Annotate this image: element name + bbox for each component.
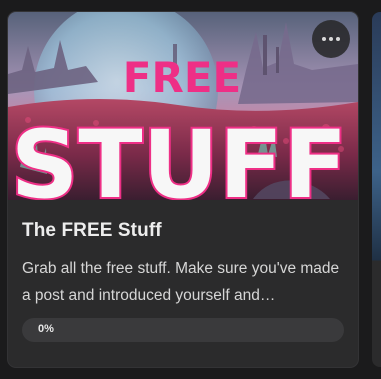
- more-horizontal-icon: [322, 37, 326, 41]
- course-cover-image[interactable]: FREE STUFF: [8, 12, 358, 200]
- course-card[interactable]: FREE STUFF The FREE Stuff Grab all the f…: [8, 12, 358, 367]
- course-grid: FREE STUFF The FREE Stuff Grab all the f…: [0, 0, 381, 379]
- course-description: Grab all the free stuff. Make sure you'v…: [22, 260, 340, 304]
- progress-label: 0%: [38, 323, 54, 335]
- cover-line-2-text: STUFF: [11, 111, 348, 200]
- cover-line-1-text: FREE: [123, 53, 241, 102]
- more-horizontal-icon-dot: [329, 37, 333, 41]
- next-course-card-preview[interactable]: [372, 12, 381, 367]
- progress-bar: 0%: [22, 318, 344, 342]
- more-horizontal-icon-dot: [336, 37, 340, 41]
- cover-illustration: FREE STUFF: [8, 12, 358, 200]
- course-title[interactable]: The FREE Stuff: [22, 220, 162, 242]
- card-menu-button[interactable]: [312, 20, 350, 58]
